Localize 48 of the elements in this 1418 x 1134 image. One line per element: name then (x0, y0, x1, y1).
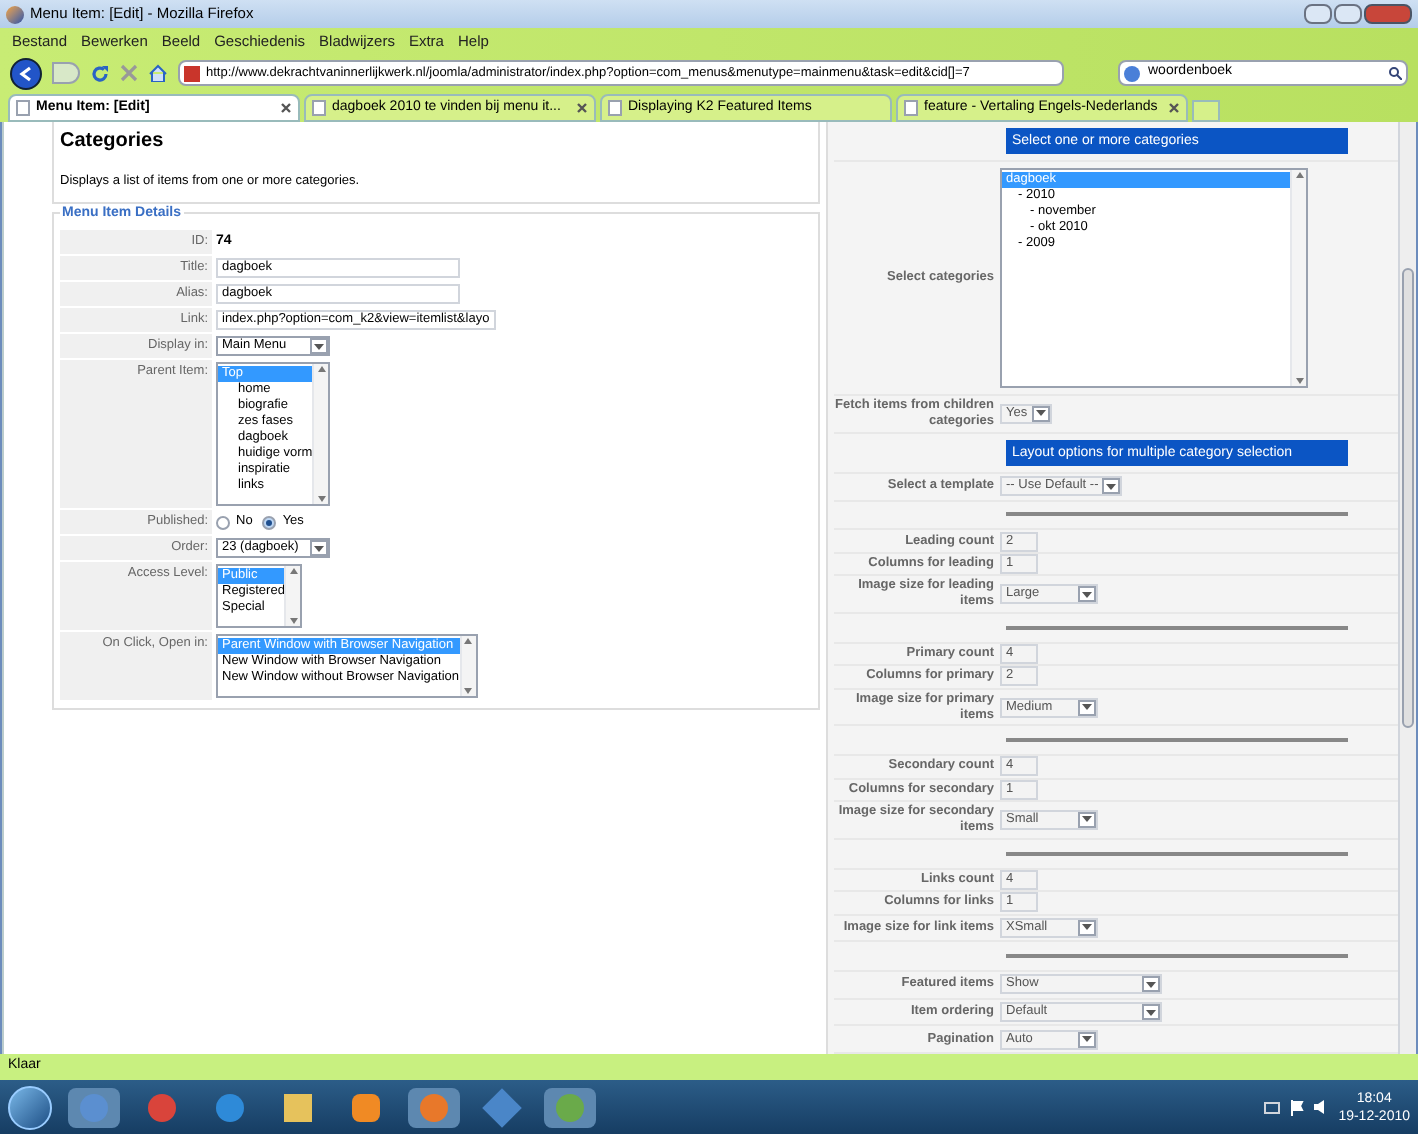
scroll-down-arrow-icon[interactable] (317, 496, 326, 503)
scrollbar[interactable] (312, 364, 329, 505)
speaker-icon (1314, 1100, 1329, 1114)
scroll-down-arrow-icon[interactable] (464, 688, 472, 695)
close-tab-icon[interactable] (576, 102, 588, 114)
flag-icon (1290, 1099, 1305, 1115)
back-button[interactable] (10, 57, 42, 89)
dropdown-arrow-icon (310, 540, 328, 557)
maximize-button[interactable] (1334, 4, 1362, 24)
keyboard-icon (1264, 1101, 1281, 1113)
dropdown-arrow-icon (1078, 586, 1096, 603)
dropdown-arrow-icon (1102, 478, 1121, 495)
page-heading: Categories (60, 128, 166, 156)
dropdown-arrow-icon (1078, 811, 1096, 828)
scroll-up-arrow-icon[interactable] (289, 568, 298, 575)
dropdown-arrow-icon (1078, 699, 1096, 716)
scrollbar[interactable] (459, 636, 475, 697)
page-icon (312, 100, 326, 116)
scroll-down-arrow-icon[interactable] (289, 618, 298, 625)
page-scrollbar[interactable] (1398, 122, 1416, 1054)
scroll-down-arrow-icon[interactable] (1295, 378, 1303, 384)
stop-icon[interactable] (120, 64, 138, 82)
scroll-up-arrow-icon[interactable] (317, 366, 326, 373)
site-icon (184, 65, 200, 81)
close-tab-icon[interactable] (280, 102, 292, 114)
dropdown-arrow-icon (310, 338, 328, 355)
dropdown-arrow-icon (1142, 976, 1160, 993)
close-tab-icon[interactable] (1168, 102, 1180, 114)
scrollbar[interactable] (284, 566, 301, 627)
dropdown-arrow-icon (1078, 1031, 1096, 1048)
close-button[interactable] (1364, 4, 1412, 24)
scrollbar[interactable] (1290, 170, 1306, 386)
home-icon[interactable] (148, 64, 168, 82)
search-icon[interactable] (1388, 66, 1402, 80)
page-icon (16, 100, 30, 116)
radio-button[interactable] (262, 515, 277, 530)
minimize-button[interactable] (1304, 4, 1332, 24)
radio-button[interactable] (216, 515, 230, 530)
dropdown-arrow-icon (1142, 1004, 1160, 1021)
page-icon (608, 100, 622, 116)
scroll-up-arrow-icon[interactable] (464, 638, 472, 645)
reload-icon[interactable] (90, 63, 110, 83)
dropdown-arrow-icon (1078, 919, 1096, 936)
search-engine-icon (1124, 65, 1140, 81)
page-icon (904, 100, 918, 116)
scroll-up-arrow-icon[interactable] (1295, 172, 1303, 178)
dropdown-arrow-icon (1031, 405, 1050, 422)
start-button[interactable] (8, 1085, 52, 1129)
